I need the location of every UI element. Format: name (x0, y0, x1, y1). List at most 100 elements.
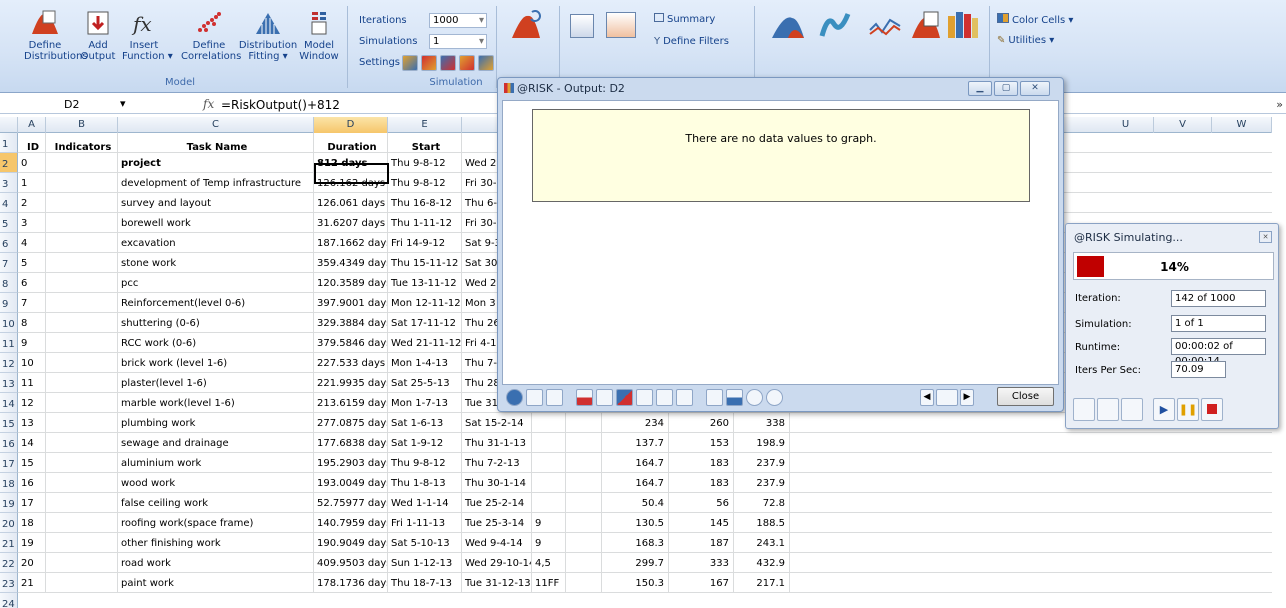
density-icon[interactable] (616, 389, 633, 406)
cell-i[interactable]: 237.9 (734, 453, 790, 473)
help-icon[interactable] (506, 389, 523, 406)
column-title-indicators[interactable]: Indicators (46, 133, 118, 153)
row-header[interactable]: 12 (0, 353, 18, 373)
cell-i[interactable]: 237.9 (734, 473, 790, 493)
cell-ind[interactable] (46, 573, 118, 593)
cell-start[interactable]: Wed 21-11-12 (388, 333, 462, 353)
demo-mode-icon[interactable] (440, 55, 456, 71)
active-cell-d2[interactable] (314, 163, 389, 184)
cell-id[interactable]: 15 (18, 453, 46, 473)
cell-start[interactable]: Sat 5-10-13 (388, 533, 462, 553)
cell-duration[interactable]: 277.0875 days (314, 413, 388, 433)
run-icon[interactable]: ▶ (1153, 398, 1175, 421)
row-header[interactable]: 5 (0, 213, 18, 233)
cell-pred[interactable]: 9 (532, 513, 566, 533)
cell-g[interactable]: 130.5 (602, 513, 669, 533)
row-header[interactable]: 19 (0, 493, 18, 513)
cell-h[interactable]: 167 (669, 573, 734, 593)
scatter-icon[interactable] (636, 389, 653, 406)
cell-pred[interactable] (532, 453, 566, 473)
color-cells-button[interactable]: Color Cells ▾ (997, 13, 1073, 26)
row-header[interactable]: 4 (0, 193, 18, 213)
maximize-icon[interactable]: ▢ (994, 81, 1018, 96)
cell-id[interactable]: 14 (18, 433, 46, 453)
row-header[interactable]: 13 (0, 373, 18, 393)
row-header[interactable]: 14 (0, 393, 18, 413)
browse-results-icon[interactable] (570, 14, 594, 38)
cell-task[interactable]: paint work (118, 573, 314, 593)
cell-duration[interactable]: 126.061 days (314, 193, 388, 213)
cell-id[interactable]: 4 (18, 233, 46, 253)
row-header[interactable]: 15 (0, 413, 18, 433)
cell-start[interactable]: Mon 12-11-12 (388, 293, 462, 313)
cell-id[interactable]: 8 (18, 313, 46, 333)
insert-function-fx-icon[interactable]: fx (203, 97, 214, 111)
cell-task[interactable]: sewage and drainage (118, 433, 314, 453)
cell-ind[interactable] (46, 153, 118, 173)
cell-start[interactable]: Sun 1-12-13 (388, 553, 462, 573)
cell-duration[interactable]: 379.5846 days (314, 333, 388, 353)
model-window-button[interactable]: Model Window (298, 10, 340, 62)
cell-duration[interactable]: 227.533 days (314, 353, 388, 373)
stop-icon[interactable] (1201, 398, 1223, 421)
cell-id[interactable]: 3 (18, 213, 46, 233)
cell-g[interactable]: 50.4 (602, 493, 669, 513)
cell-start[interactable]: Sat 1-9-12 (388, 433, 462, 453)
cell-x[interactable] (566, 453, 602, 473)
cell-id[interactable]: 13 (18, 413, 46, 433)
cell-finish[interactable]: Wed 9-4-14 (462, 533, 532, 553)
iterations-dropdown[interactable]: 1000 ▾ (429, 13, 487, 28)
cell-id[interactable]: 10 (18, 353, 46, 373)
cell-pred[interactable]: 11FF (532, 573, 566, 593)
cell-finish[interactable]: Tue 31-12-13 (462, 573, 532, 593)
cell-duration[interactable]: 409.9503 days (314, 553, 388, 573)
cell-ind[interactable] (46, 313, 118, 333)
settings-label[interactable]: Settings (359, 57, 400, 68)
minimize-icon[interactable]: ▁ (968, 81, 992, 96)
cell-finish[interactable]: Wed 29-10-14 (462, 553, 532, 573)
column-header[interactable]: A (18, 117, 46, 133)
histogram-icon[interactable] (526, 389, 543, 406)
cell-start[interactable]: Thu 9-8-12 (388, 153, 462, 173)
cell-id[interactable]: 16 (18, 473, 46, 493)
cell-ind[interactable] (46, 533, 118, 553)
cell-task[interactable]: survey and layout (118, 193, 314, 213)
cell-duration[interactable]: 221.9935 days (314, 373, 388, 393)
define-correlations-button[interactable]: Define Correlations (181, 10, 241, 62)
cell-id[interactable]: 18 (18, 513, 46, 533)
zoom-in-icon[interactable] (746, 389, 763, 406)
cell-ind[interactable] (46, 233, 118, 253)
cell-start[interactable]: Wed 1-1-14 (388, 493, 462, 513)
row-header[interactable]: 17 (0, 453, 18, 473)
cell-start[interactable]: Thu 15-11-12 (388, 253, 462, 273)
row-header[interactable]: 9 (0, 293, 18, 313)
column-header[interactable]: E (388, 117, 462, 133)
cell-id[interactable]: 2 (18, 193, 46, 213)
cell-duration[interactable]: 195.2903 days (314, 453, 388, 473)
cell-id[interactable]: 6 (18, 273, 46, 293)
cell-duration[interactable]: 193.0049 days (314, 473, 388, 493)
cell-id[interactable]: 1 (18, 173, 46, 193)
close-button[interactable]: Close (997, 387, 1054, 406)
cell-id[interactable]: 7 (18, 293, 46, 313)
cell-x[interactable] (566, 513, 602, 533)
cell-start[interactable]: Thu 9-8-12 (388, 173, 462, 193)
cell-duration[interactable]: 140.7959 days (314, 513, 388, 533)
cell-task[interactable]: shuttering (0-6) (118, 313, 314, 333)
row-header[interactable]: 11 (0, 333, 18, 353)
cell-i[interactable]: 243.1 (734, 533, 790, 553)
cell-x[interactable] (566, 573, 602, 593)
close-icon[interactable]: ✕ (1259, 231, 1272, 243)
cell-duration[interactable]: 52.75977 days (314, 493, 388, 513)
cell-ind[interactable] (46, 293, 118, 313)
cell-ind[interactable] (46, 493, 118, 513)
cell-finish[interactable]: Tue 25-3-14 (462, 513, 532, 533)
cell-duration[interactable]: 177.6838 days (314, 433, 388, 453)
cell-h[interactable]: 183 (669, 453, 734, 473)
cell-task[interactable]: plaster(level 1-6) (118, 373, 314, 393)
cell-g[interactable]: 168.3 (602, 533, 669, 553)
formula-input[interactable]: =RiskOutput()+812 (221, 98, 340, 112)
row-header[interactable]: 21 (0, 533, 18, 553)
column-header[interactable]: B (46, 117, 118, 133)
zoom-out-icon[interactable] (766, 389, 783, 406)
